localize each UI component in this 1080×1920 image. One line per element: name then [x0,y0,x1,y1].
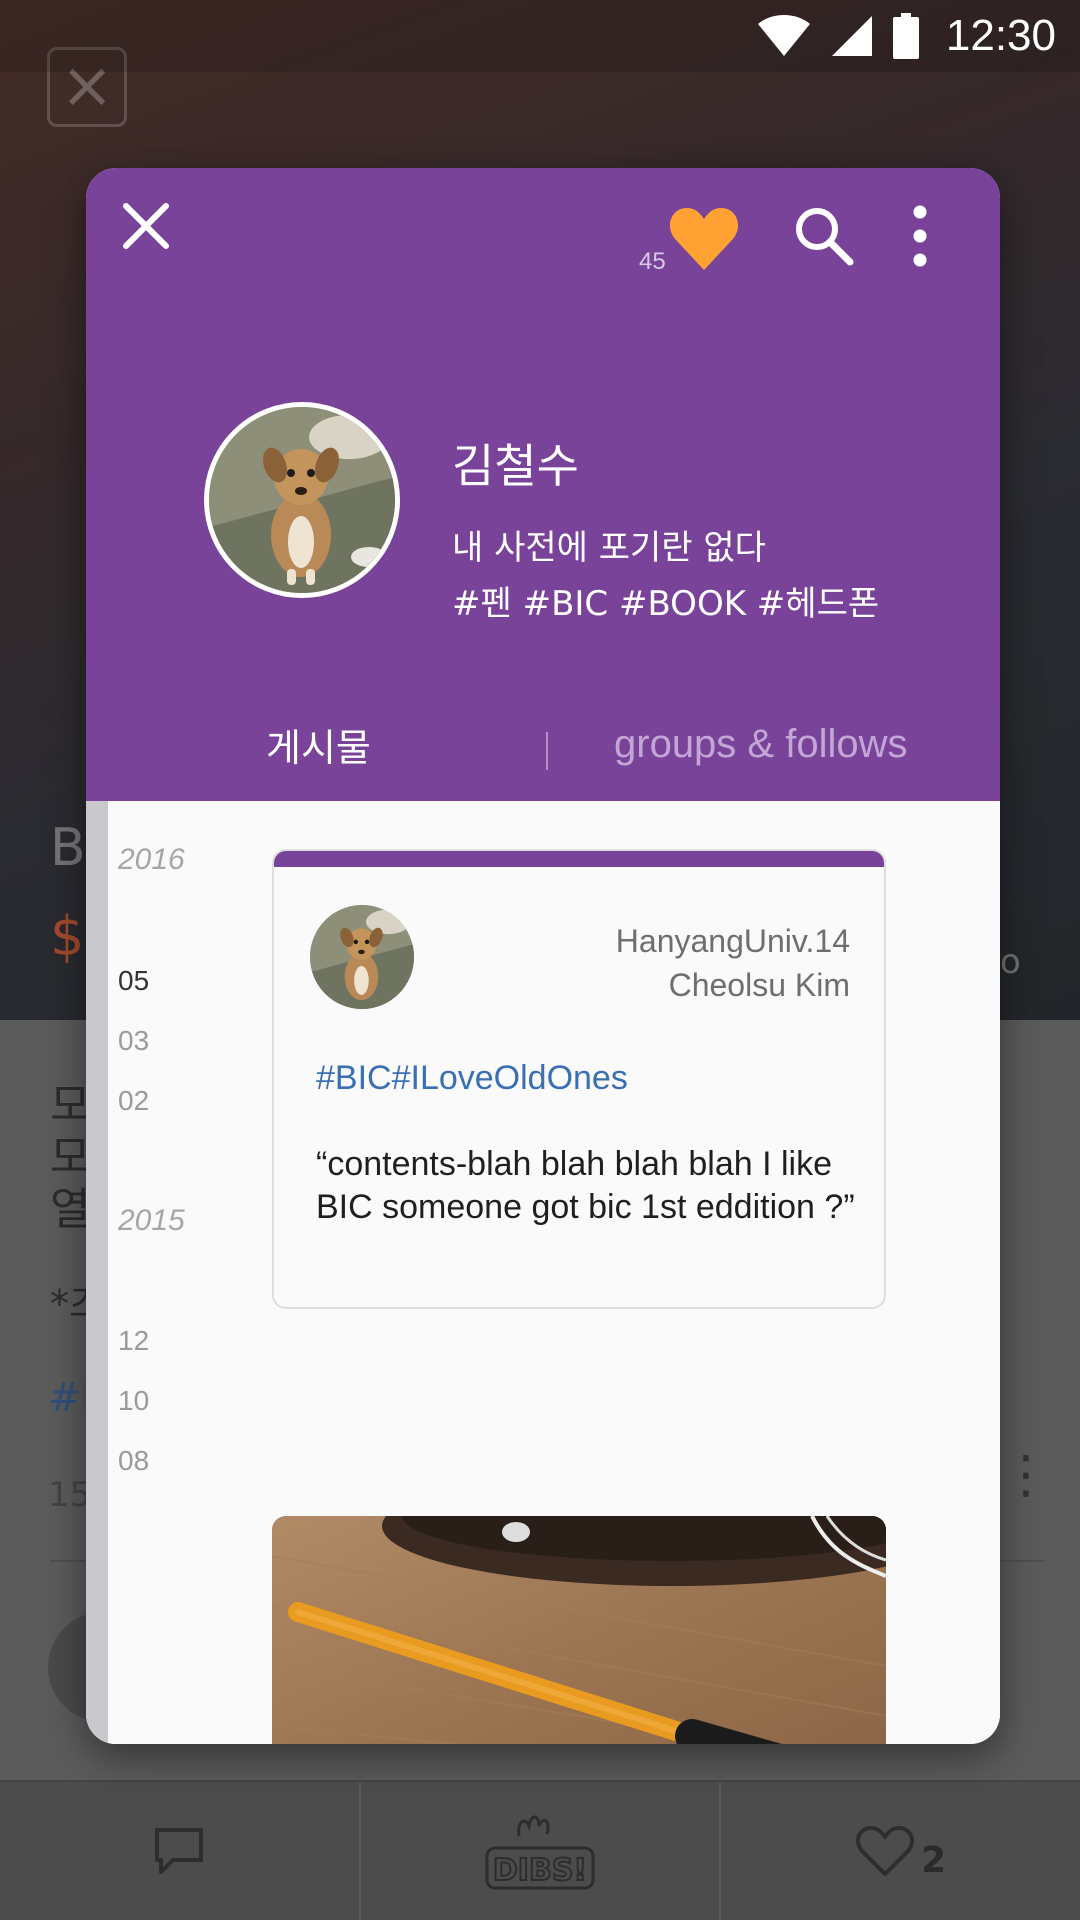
dog-photo [209,407,395,593]
timeline-month[interactable]: 03 [118,1025,149,1057]
dog-photo [310,905,414,1009]
timeline-year: 2016 [118,843,185,876]
signal-icon [831,16,872,56]
status-bar: 12:30 [0,0,1080,72]
comment-button [0,1782,359,1920]
svg-text:DIBS!: DIBS! [493,1853,587,1888]
post-accent-bar [274,851,884,867]
timeline-scrollbar[interactable] [86,801,108,1744]
post-card[interactable]: HanyangUniv.14 Cheolsu Kim #BIC#ILoveOld… [272,849,886,1309]
timeline-month[interactable]: 02 [118,1085,149,1117]
post-author: HanyangUniv.14 Cheolsu Kim [616,919,850,1007]
background-meta: 15 [48,1475,92,1515]
background-text-line: 모 [50,1132,91,1183]
status-time: 12:30 [945,11,1056,60]
background-bottom-bar: DIBS! 2 [0,1780,1080,1920]
like-button: 2 [719,1782,1080,1920]
dibs-logo: DIBS! [485,1815,595,1890]
profile-bio: 내 사전에 포기란 없다 #펜 #BIC #BOOK #헤드폰 [452,520,879,632]
tab-groups-follows[interactable]: groups & follows [614,688,907,801]
close-icon[interactable] [118,198,174,254]
dibs-button: DIBS! [358,1782,720,1920]
profile-interest-tags: #펜 #BIC #BOOK #헤드폰 [452,584,880,624]
profile-name: 김철수 [452,439,579,493]
profile-popup: 45 김철수 내 사전에 포기란 없다 #펜 #BIC #BOOK #헤드폰 게… [86,168,1000,1744]
posts-panel: 2016 05 03 02 2015 12 10 08 HanyangUniv.… [86,801,1000,1744]
profile-bio-text: 내 사전에 포기란 없다 [452,528,766,568]
tab-divider [546,732,548,770]
post-text: “contents-blah blah blah blah I like BIC… [316,1145,855,1226]
post-photo[interactable] [272,1516,886,1744]
post-author-avatar[interactable] [310,905,414,1009]
heart-icon[interactable] [668,206,740,272]
background-text-line: 열 [50,1184,91,1235]
comment-icon [155,1828,204,1874]
wifi-icon [757,15,810,56]
post-author-name: Cheolsu Kim [668,967,850,1003]
like-count: 2 [921,1839,947,1881]
timeline-month[interactable]: 12 [118,1325,149,1357]
background-text-line: 모 [50,1080,91,1131]
pen-photo [272,1516,886,1744]
background-more-icon: ⋮ [1000,1445,1052,1505]
profile-tabs: 게시물 groups & follows [86,688,1000,801]
tab-posts[interactable]: 게시물 [266,688,371,801]
post-hashtags[interactable]: #BIC#ILoveOldOnes [316,1059,628,1098]
profile-header: 45 김철수 내 사전에 포기란 없다 #펜 #BIC #BOOK #헤드폰 게… [86,168,1000,801]
background-side-text: o [1000,942,1021,982]
timeline-month[interactable]: 10 [118,1385,149,1417]
timeline-month[interactable]: 08 [118,1445,149,1477]
more-vert-icon[interactable] [908,204,932,268]
battery-icon [892,13,919,59]
timeline-month[interactable]: 05 [118,965,149,997]
likes-count: 45 [639,248,666,275]
post-author-school: HanyangUniv.14 [615,923,850,959]
profile-avatar[interactable] [204,402,400,598]
heart-outline-icon [856,1826,915,1876]
search-icon[interactable] [792,204,856,268]
timeline-year: 2015 [118,1204,185,1237]
